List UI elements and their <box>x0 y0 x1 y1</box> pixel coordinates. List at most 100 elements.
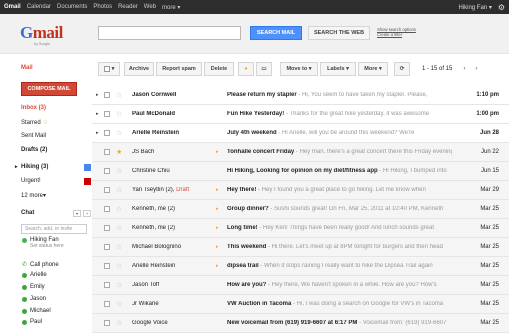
email-row[interactable]: ☆ Google Voice New voicemail from (619) 91… <box>92 314 509 333</box>
star-icon[interactable]: ☆ <box>116 300 122 308</box>
create-filter-link[interactable]: Create a filter <box>377 32 416 37</box>
account-menu[interactable]: Hiking Fan ▾ <box>458 4 491 11</box>
email-row[interactable]: ☆ Michael Bolognino ▸ This weekend - Hi the… <box>92 238 509 257</box>
row-checkbox[interactable] <box>104 130 110 136</box>
chat-options-icon[interactable]: ▾ <box>73 210 81 217</box>
label-marker-icon: ▸ <box>216 206 219 212</box>
row-checkbox[interactable] <box>104 149 110 155</box>
row-checkbox[interactable] <box>104 263 110 269</box>
star-icon[interactable]: ☆ <box>116 129 122 137</box>
importance-marker-icon[interactable]: ▸ <box>96 111 99 117</box>
row-checkbox[interactable] <box>104 301 110 307</box>
chat-contact[interactable]: Paul <box>22 319 42 325</box>
select-all-checkbox[interactable]: ▾ <box>98 62 120 76</box>
star-icon[interactable]: ☆ <box>116 319 122 327</box>
sidebar-item-label: Starred <box>21 119 41 126</box>
star-icon[interactable]: ☆ <box>116 167 122 175</box>
email-row[interactable]: ☆ Jason Toff How are you? - Hey there, We … <box>92 276 509 295</box>
email-row[interactable]: ▸ ☆ Paul McDonald Fun Hike Yesterday! - Tha… <box>92 105 509 124</box>
email-row[interactable]: ★ JS Bach ▸ Tonhalle concert Friday - Hey m… <box>92 143 509 162</box>
row-checkbox[interactable] <box>104 225 110 231</box>
labels-button[interactable]: Labels ▾ <box>320 62 356 76</box>
chevron-left-icon[interactable]: ‹ <box>460 62 469 76</box>
email-row[interactable]: ☆ Kenneth, me (2) ▸ Long time! - Hey Ken! T… <box>92 219 509 238</box>
mark-important-button[interactable]: ● <box>238 62 254 76</box>
row-checkbox[interactable] <box>104 244 110 250</box>
email-row[interactable]: ☆ Arielle Reinstein ▸ dipsea trail - When i… <box>92 257 509 276</box>
sidebar-item-sent[interactable]: Sent Mail <box>21 133 91 139</box>
email-subject: How are you? - Hey there, We haven't spo… <box>227 282 437 288</box>
sidebar-item-starred[interactable]: Starred ☆ <box>21 119 91 127</box>
gbar-link-reader[interactable]: Reader <box>118 4 138 10</box>
label-color-swatch[interactable] <box>84 177 91 185</box>
search-mail-button[interactable]: SEARCH MAIL <box>250 26 302 40</box>
chat-self-status[interactable]: Set status here <box>30 243 64 249</box>
label-marker-icon: ▸ <box>216 244 219 250</box>
status-dot-icon <box>22 284 27 290</box>
delete-button[interactable]: Delete <box>204 62 234 76</box>
email-row[interactable]: ☆ Jr Wikane VW Auction in Tacoma - Hi, I w… <box>92 295 509 314</box>
email-row[interactable]: ▸ ☆ Arielle Reinstein July 4th weekend - Hi… <box>92 124 509 143</box>
report-spam-button[interactable]: Report spam <box>156 62 202 76</box>
star-icon[interactable]: ☆ <box>116 243 122 251</box>
chat-contact[interactable]: Michael <box>22 308 51 314</box>
gbar-link-photos[interactable]: Photos <box>93 4 112 10</box>
sidebar-item-urgent[interactable]: Urgent! <box>21 177 91 185</box>
row-checkbox[interactable] <box>104 187 110 193</box>
email-row[interactable]: ☆ Christine Chiu Hi Hiking, Looking for op… <box>92 162 509 181</box>
chat-self[interactable]: Hiking Fan Set status here <box>22 237 64 249</box>
row-checkbox[interactable] <box>104 111 110 117</box>
chat-contact[interactable]: ✆ Call phone <box>22 261 59 269</box>
chat-add-icon[interactable]: + <box>83 210 91 217</box>
gmail-logo[interactable]: Gmail <box>20 23 63 43</box>
sidebar-item-drafts[interactable]: Drafts (2) <box>21 147 91 153</box>
refresh-icon[interactable]: ⟳ <box>394 62 410 76</box>
gbar-link-documents[interactable]: Documents <box>57 4 87 10</box>
archive-button[interactable]: Archive <box>124 62 154 76</box>
gbar-link-web[interactable]: Web <box>144 4 156 10</box>
star-icon[interactable]: ☆ <box>116 91 122 99</box>
status-dot-icon <box>22 308 27 314</box>
chat-search-input[interactable]: Search, add, or invite <box>21 224 87 234</box>
chat-contact[interactable]: Emily <box>22 284 45 290</box>
star-icon[interactable]: ☆ <box>116 224 122 232</box>
row-checkbox[interactable] <box>104 320 110 326</box>
labels-toggle-button[interactable]: ▭ <box>256 62 272 76</box>
sidebar-item-hiking[interactable]: ▸ Hiking (3) <box>15 163 91 171</box>
gbar-link-more[interactable]: more ▾ <box>162 4 180 11</box>
gear-icon[interactable]: ⚙ <box>498 3 505 12</box>
expand-icon[interactable]: ▸ <box>15 164 18 170</box>
email-row[interactable]: ☆ Yan Tseytlin (2), Draft ▸ Hey there! - He… <box>92 181 509 200</box>
star-icon[interactable]: ☆ <box>116 262 122 270</box>
row-checkbox[interactable] <box>104 206 110 212</box>
sidebar-item-inbox[interactable]: Inbox (3) <box>21 105 91 111</box>
mail-brand[interactable]: Mail <box>21 65 33 71</box>
gbar-link-calendar[interactable]: Calendar <box>27 4 51 10</box>
google-bar: Gmail Calendar Documents Photos Reader W… <box>0 0 509 14</box>
row-checkbox[interactable] <box>104 168 110 174</box>
search-input[interactable] <box>98 26 241 40</box>
move-to-button[interactable]: Move to ▾ <box>280 62 318 76</box>
importance-marker-icon[interactable]: ▸ <box>96 92 99 98</box>
chevron-right-icon[interactable]: › <box>472 62 481 76</box>
row-checkbox[interactable] <box>104 282 110 288</box>
search-web-button[interactable]: SEARCH THE WEB <box>308 26 370 40</box>
compose-button[interactable]: COMPOSE MAIL <box>21 82 77 96</box>
star-icon[interactable]: ☆ <box>116 186 122 194</box>
star-icon[interactable]: ☆ <box>116 110 122 118</box>
label-color-swatch[interactable] <box>84 163 91 171</box>
importance-marker-icon[interactable]: ▸ <box>96 130 99 136</box>
email-row[interactable]: ☆ Kenneth, me (2) ▸ Group dinner? - Sushi s… <box>92 200 509 219</box>
email-row[interactable]: ▸ ☆ Jason Cornwell Please return my stapler… <box>92 86 509 105</box>
more-button[interactable]: More ▾ <box>358 62 388 76</box>
gbar-link-gmail[interactable]: Gmail <box>4 4 21 10</box>
chat-contact[interactable]: Jason <box>22 296 46 302</box>
star-icon[interactable]: ★ <box>116 148 122 156</box>
chat-contact[interactable]: Arielle <box>22 272 47 278</box>
star-icon[interactable]: ☆ <box>116 205 122 213</box>
star-icon[interactable]: ☆ <box>116 281 122 289</box>
contact-name: Call phone <box>30 261 59 268</box>
sidebar-item-more[interactable]: 12 more▾ <box>21 192 91 199</box>
row-checkbox[interactable] <box>104 92 110 98</box>
email-sender: Christine Chiu <box>132 168 170 174</box>
